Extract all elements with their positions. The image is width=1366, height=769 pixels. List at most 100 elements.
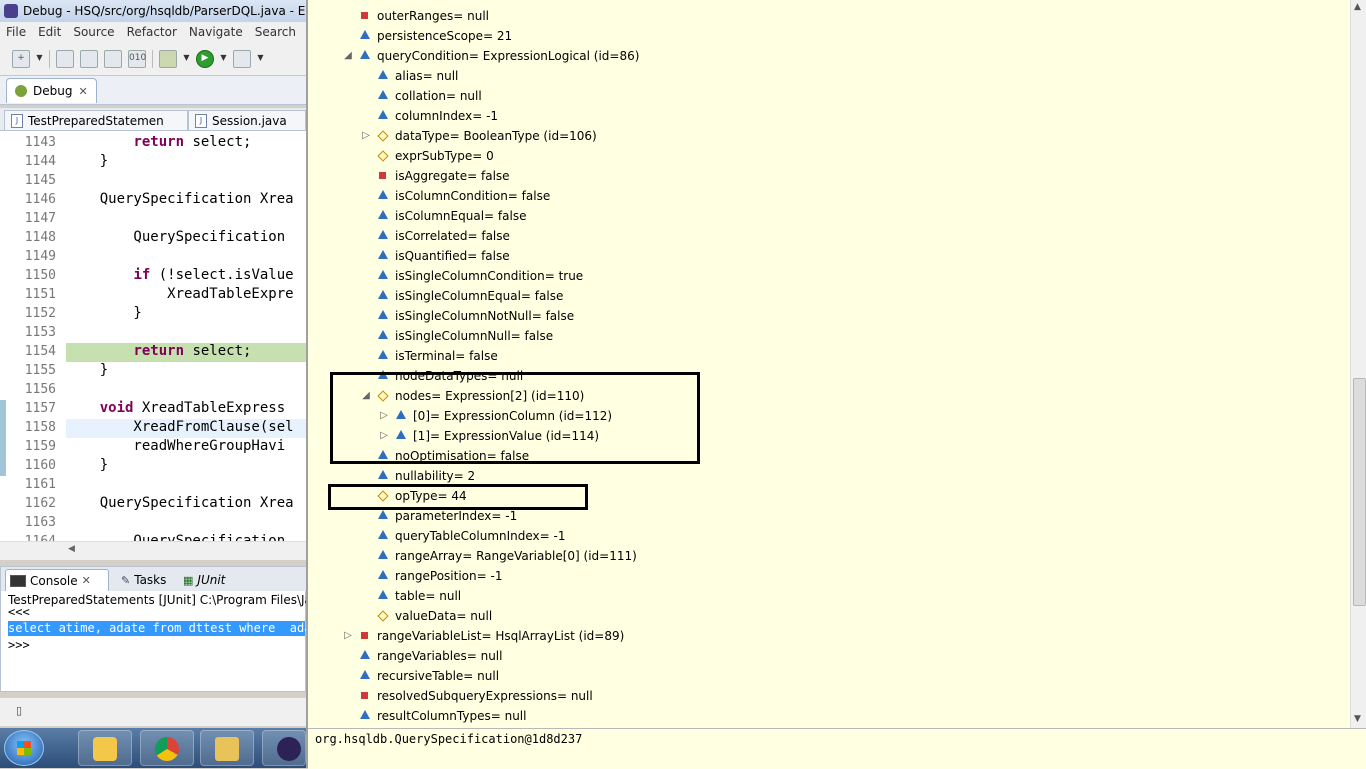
- collapse-arrow-icon[interactable]: ◢: [342, 50, 354, 61]
- variable-label: isSingleColumnEqual= false: [395, 289, 564, 303]
- code-editor[interactable]: 1143 1144 1145 1146 1147 1148 1149 1150 1151 1152…: [0, 131, 306, 541]
- popup-vertical-scrollbar[interactable]: ▲ ▼: [1350, 0, 1366, 728]
- new-dropdown-icon[interactable]: ▼: [36, 51, 43, 67]
- taskbar-explorer-button[interactable]: [200, 730, 254, 766]
- tab-debug-label: Debug: [33, 84, 73, 98]
- detail-pane[interactable]: org.hsqldb.QuerySpecification@1d8d237: [308, 728, 1366, 769]
- public-field-icon: [378, 590, 388, 599]
- menu-file[interactable]: File: [0, 25, 32, 39]
- line-number: 1145: [24, 173, 56, 188]
- new-icon[interactable]: +: [12, 49, 30, 68]
- annotation-box-nodes: [330, 372, 700, 464]
- line-number: 1148: [24, 230, 56, 245]
- debug-view: Debug ✕: [0, 76, 306, 105]
- variable-label: isAggregate= false: [395, 169, 510, 183]
- menu-refactor[interactable]: Refactor: [121, 25, 183, 39]
- close-icon[interactable]: ✕: [78, 85, 87, 98]
- public-field-icon: [378, 110, 388, 119]
- code-line: return select;: [133, 343, 252, 359]
- variable-label: alias= null: [395, 69, 459, 83]
- line-number: 1160: [24, 458, 56, 473]
- variable-label: recursiveTable= null: [377, 669, 500, 683]
- line-number: 1150: [24, 268, 56, 283]
- console-line: select atime, adate from dttest where ad…: [8, 621, 312, 635]
- editor-horizontal-scrollbar[interactable]: ◀: [0, 541, 306, 560]
- tab-console[interactable]: Console ✕: [5, 569, 109, 591]
- menu-source[interactable]: Source: [67, 25, 120, 39]
- run-icon[interactable]: ▶: [196, 49, 214, 68]
- status-bar: ▯: [0, 698, 306, 726]
- default-field-icon: [377, 150, 389, 162]
- save-all-icon[interactable]: [80, 49, 98, 68]
- save-icon[interactable]: [56, 49, 74, 68]
- junit-icon: ▦: [183, 573, 194, 587]
- tab-session-java[interactable]: J Session.java: [188, 110, 306, 130]
- scroll-thumb[interactable]: [1353, 378, 1366, 606]
- folder-icon: [215, 737, 239, 761]
- variable-label: rangeVariables= null: [377, 649, 503, 663]
- scroll-left-icon[interactable]: ◀: [68, 544, 75, 554]
- console-output[interactable]: TestPreparedStatements [JUnit] C:\Progra…: [1, 591, 312, 691]
- tab-testpreparedstatements[interactable]: J TestPreparedStatemen: [4, 110, 188, 130]
- variable-label: rangePosition= -1: [395, 569, 503, 583]
- line-number: 1146: [24, 192, 56, 207]
- expand-arrow-icon[interactable]: ▷: [360, 130, 372, 141]
- menu-navigate[interactable]: Navigate: [183, 25, 249, 39]
- variable-tree[interactable]: outerRanges= null persistenceScope= 21 ◢ qu…: [308, 0, 1350, 728]
- taskbar-eclipse-button[interactable]: [262, 730, 306, 766]
- line-number: 1147: [24, 211, 56, 226]
- variable-label: queryCondition= ExpressionLogical (id=86…: [377, 49, 640, 63]
- public-field-icon: [378, 550, 388, 559]
- console-selected-line[interactable]: select atime, adate from dttest where ad…: [8, 621, 311, 636]
- line-number: 1156: [24, 382, 56, 397]
- fast-view-icon[interactable]: ▯: [16, 704, 22, 717]
- tab-junit-label: JUnit: [197, 573, 226, 587]
- menu-bar: File Edit Source Refactor Navigate Searc…: [0, 22, 306, 42]
- code-line: QuerySpecification Xrea: [66, 191, 294, 207]
- run-dropdown-icon[interactable]: ▼: [220, 51, 227, 67]
- line-number: 1159: [24, 439, 56, 454]
- taskbar-outlook-button[interactable]: [78, 730, 132, 766]
- debug-icon[interactable]: [159, 49, 177, 68]
- editor-tab-label: Session.java: [212, 113, 287, 128]
- windows-logo-icon: [17, 741, 31, 755]
- window-title-bar[interactable]: Debug - HSQ/src/org/hsqldb/ParserDQL.jav…: [0, 0, 306, 22]
- private-field-icon: [379, 172, 386, 179]
- debug-dropdown-icon[interactable]: ▼: [183, 51, 190, 67]
- code-line: QuerySpecification: [66, 533, 294, 541]
- menu-search[interactable]: Search: [249, 25, 302, 39]
- tab-debug[interactable]: Debug ✕: [6, 78, 97, 103]
- variable-label: parameterIndex= -1: [395, 509, 518, 523]
- line-number: 1155: [24, 363, 56, 378]
- public-field-icon: [378, 270, 388, 279]
- public-field-icon: [360, 50, 370, 59]
- binary-icon[interactable]: 010: [128, 49, 146, 68]
- private-field-icon: [361, 632, 368, 639]
- close-icon[interactable]: ✕: [82, 574, 91, 587]
- tab-junit[interactable]: ▦ JUnit: [179, 569, 239, 591]
- line-number-gutter: 1143 1144 1145 1146 1147 1148 1149 1150 1151 1152…: [0, 131, 66, 541]
- public-field-icon: [378, 350, 388, 359]
- public-field-icon: [378, 70, 388, 79]
- scroll-down-icon[interactable]: ▼: [1354, 714, 1361, 724]
- change-marker: [0, 419, 6, 438]
- code-line: if (!select.isValue: [133, 267, 294, 283]
- tab-tasks[interactable]: ✎ Tasks: [117, 569, 177, 591]
- java-file-icon: J: [11, 113, 23, 128]
- public-field-icon: [378, 310, 388, 319]
- public-field-icon: [378, 530, 388, 539]
- tasks-icon: ✎: [121, 573, 131, 587]
- scroll-up-icon[interactable]: ▲: [1354, 2, 1361, 12]
- public-field-icon: [378, 250, 388, 259]
- variable-label: nullability= 2: [395, 469, 476, 483]
- code-line: }: [66, 362, 109, 378]
- print-icon[interactable]: [104, 49, 122, 68]
- external-tools-icon[interactable]: [233, 49, 251, 68]
- console-icon: [10, 574, 26, 587]
- taskbar-chrome-button[interactable]: [140, 730, 194, 766]
- expand-arrow-icon[interactable]: ▷: [342, 630, 354, 641]
- menu-edit[interactable]: Edit: [32, 25, 67, 39]
- start-button[interactable]: [4, 730, 44, 766]
- external-tools-dropdown-icon[interactable]: ▼: [257, 51, 264, 67]
- private-field-icon: [361, 12, 368, 19]
